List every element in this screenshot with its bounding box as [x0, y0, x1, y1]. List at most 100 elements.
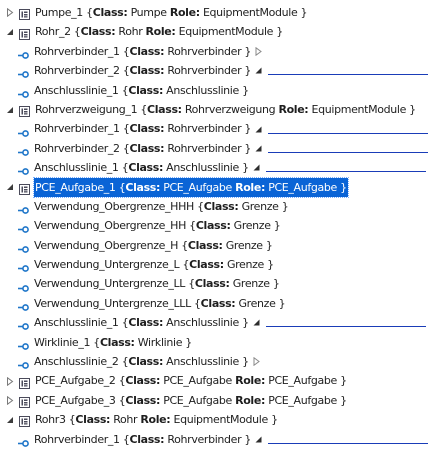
interface-icon: [18, 66, 29, 79]
interface-icon: [18, 221, 29, 234]
tree-interface-item[interactable]: Verwendung_Untergrenze_LL {Class: Grenze…: [0, 274, 436, 293]
expanded-arrow-icon[interactable]: [4, 181, 16, 193]
tree-interface-item[interactable]: Verwendung_Untergrenze_LLL {Class: Grenz…: [0, 294, 436, 313]
class-key: Class:: [128, 316, 164, 330]
class-value: Rohrverbinder: [167, 64, 242, 78]
tree-item-label[interactable]: Pumpe_1 {Class: Pumpe Role: EquipmentMod…: [34, 3, 308, 22]
class-value: Grenze: [241, 199, 279, 213]
interface-icon: [18, 260, 29, 273]
tree-item-label[interactable]: Rohrverbinder_2 {Class: Rohrverbinder }: [33, 139, 252, 158]
tree-interface-item[interactable]: Rohrverbinder_1 {Class: Rohrverbinder }: [0, 119, 436, 138]
interface-icon: [18, 47, 29, 59]
tree-item-label[interactable]: Rohrverbinder_1 {Class: Rohrverbinder }: [33, 119, 252, 138]
internal-element-icon: [19, 182, 30, 195]
tree-item-label[interactable]: Verwendung_Untergrenze_LLL {Class: Grenz…: [33, 294, 286, 313]
class-value: Anschlusslinie: [166, 161, 239, 175]
interface-icon: [18, 86, 29, 98]
tree-interface-item[interactable]: Rohrverbinder_2 {Class: Rohrverbinder }: [0, 139, 436, 158]
tree-interface-item[interactable]: Anschlusslinie_1 {Class: Anschlusslinie …: [0, 313, 436, 332]
item-name: Anschlusslinie_2: [34, 355, 119, 369]
class-value: PCE_Aufgabe: [163, 393, 232, 407]
tree-item-label[interactable]: Anschlusslinie_1 {Class: Anschlusslinie …: [33, 81, 250, 100]
tree-item-label[interactable]: Verwendung_Obergrenze_HHH {Class: Grenze…: [33, 197, 289, 216]
tree-item-label[interactable]: Verwendung_Obergrenze_H {Class: Grenze }: [33, 236, 274, 255]
tree-item-label[interactable]: Rohr_2 {Class: Rohr Role: EquipmentModul…: [34, 22, 284, 41]
linked-interface-icon: [255, 126, 262, 133]
tree-item-label[interactable]: Anschlusslinie_1 {Class: Anschlusslinie …: [33, 313, 250, 332]
tree-node[interactable]: PCE_Aufgabe_3 {Class: PCE_Aufgabe Role: …: [0, 391, 436, 410]
class-key: Class:: [129, 432, 165, 446]
tree-node[interactable]: Rohr3 {Class: Rohr Role: EquipmentModule…: [0, 410, 436, 429]
expanded-arrow-icon[interactable]: [4, 26, 16, 38]
class-value: Rohrverbinder: [167, 122, 242, 136]
class-key: Class:: [129, 44, 165, 58]
tree-item-label[interactable]: Wirklinie_1 {Class: Wirklinie }: [33, 333, 193, 352]
item-name: Anschlusslinie_1: [34, 161, 119, 175]
tree-item-label[interactable]: Rohrverbinder_2 {Class: Rohrverbinder }: [33, 61, 252, 80]
class-key: Class:: [99, 335, 135, 349]
class-value: Pumpe: [130, 6, 167, 19]
tree-item-label[interactable]: Rohrverzweigung_1 {Class: Rohrverzweigun…: [34, 100, 417, 119]
tree-interface-item[interactable]: Anschlusslinie_1 {Class: Anschlusslinie …: [0, 81, 436, 100]
tree-item-label[interactable]: Anschlusslinie_2 {Class: Anschlusslinie …: [33, 352, 250, 371]
tree-item-label[interactable]: Verwendung_Untergrenze_L {Class: Grenze …: [33, 255, 275, 274]
instance-hierarchy-tree[interactable]: Pumpe_1 {Class: Pumpe Role: EquipmentMod…: [0, 3, 436, 449]
class-value: Rohr: [118, 25, 143, 39]
item-name: PCE_Aufgabe_1: [35, 180, 116, 194]
tree-node[interactable]: Rohrverzweigung_1 {Class: Rohrverzweigun…: [0, 100, 436, 119]
class-key: Class:: [147, 102, 182, 116]
class-key: Class:: [128, 355, 164, 369]
item-name: Rohrverbinder_1: [34, 44, 120, 58]
collapsed-arrow-icon[interactable]: [4, 375, 16, 387]
class-value: Grenze: [233, 219, 271, 233]
item-name: PCE_Aufgabe_3: [35, 393, 116, 407]
tree-interface-item[interactable]: Verwendung_Obergrenze_HH {Class: Grenze …: [0, 216, 436, 235]
tree-item-label[interactable]: PCE_Aufgabe_3 {Class: PCE_Aufgabe Role: …: [34, 391, 348, 410]
role-value: EquipmentModule: [311, 102, 407, 116]
class-value: Anschlusslinie: [166, 83, 239, 97]
tree-item-label[interactable]: Verwendung_Obergrenze_HH {Class: Grenze …: [33, 216, 281, 235]
tree-item-label[interactable]: Verwendung_Untergrenze_LL {Class: Grenze…: [33, 274, 281, 293]
role-key: Role:: [140, 413, 171, 427]
tree-interface-item[interactable]: Anschlusslinie_1 {Class: Anschlusslinie …: [0, 158, 436, 177]
tree-interface-item[interactable]: Anschlusslinie_2 {Class: Anschlusslinie …: [0, 352, 436, 371]
tree-interface-item[interactable]: Rohrverbinder_2 {Class: Rohrverbinder }: [0, 61, 436, 80]
collapsed-arrow-icon[interactable]: [4, 7, 16, 19]
tree-item-label[interactable]: Rohrverbinder_1 {Class: Rohrverbinder }: [33, 430, 252, 449]
tree-interface-item[interactable]: Rohrverbinder_1 {Class: Rohrverbinder }: [0, 430, 436, 449]
tree-item-label[interactable]: Anschlusslinie_1 {Class: Anschlusslinie …: [33, 158, 250, 177]
tree-node[interactable]: Rohr_2 {Class: Rohr Role: EquipmentModul…: [0, 22, 436, 41]
tree-interface-item[interactable]: Wirklinie_1 {Class: Wirklinie }: [0, 333, 436, 352]
class-value: Grenze: [226, 258, 264, 272]
tree-interface-item[interactable]: Verwendung_Untergrenze_L {Class: Grenze …: [0, 255, 436, 274]
tree-node[interactable]: PCE_Aufgabe_2 {Class: PCE_Aufgabe Role: …: [0, 371, 436, 390]
class-key: Class:: [125, 374, 161, 388]
class-key: Class:: [125, 393, 161, 407]
tree-item-label[interactable]: PCE_Aufgabe_1 {Class: PCE_Aufgabe Role: …: [33, 176, 349, 198]
item-name: Verwendung_Untergrenze_LLL: [34, 296, 191, 310]
class-value: Rohrverbinder: [167, 432, 242, 446]
tree-item-label[interactable]: Rohr3 {Class: Rohr Role: EquipmentModule…: [34, 410, 279, 429]
collapsed-arrow-icon[interactable]: [4, 395, 16, 407]
class-key: Class:: [75, 413, 111, 427]
linked-interface-icon: [253, 319, 260, 326]
role-value: PCE_Aufgabe: [268, 180, 337, 194]
expanded-arrow-icon[interactable]: [4, 104, 16, 116]
tree-node[interactable]: Pumpe_1 {Class: Pumpe Role: EquipmentMod…: [0, 3, 436, 22]
role-key: Role:: [235, 180, 266, 194]
interface-icon: [18, 357, 29, 370]
internal-element-icon: [19, 376, 30, 389]
class-value: Rohrverbinder: [167, 44, 242, 58]
tree-interface-item[interactable]: Verwendung_Obergrenze_HHH {Class: Grenze…: [0, 197, 436, 216]
tree-node[interactable]: PCE_Aufgabe_1 {Class: PCE_Aufgabe Role: …: [0, 176, 436, 198]
class-value: Rohrverbinder: [167, 141, 242, 155]
tree-interface-item[interactable]: Rohrverbinder_1 {Class: Rohrverbinder }: [0, 42, 436, 61]
linked-interface-icon: [255, 145, 262, 152]
internal-element-icon: [19, 414, 30, 428]
expanded-arrow-icon[interactable]: [4, 414, 16, 426]
tree-interface-item[interactable]: Verwendung_Obergrenze_H {Class: Grenze }: [0, 236, 436, 255]
tree-item-label[interactable]: Rohrverbinder_1 {Class: Rohrverbinder }: [33, 42, 252, 61]
interface-icon: [18, 435, 29, 447]
tree-item-label[interactable]: PCE_Aufgabe_2 {Class: PCE_Aufgabe Role: …: [34, 371, 348, 390]
item-name: Rohrverbinder_1: [34, 122, 120, 136]
